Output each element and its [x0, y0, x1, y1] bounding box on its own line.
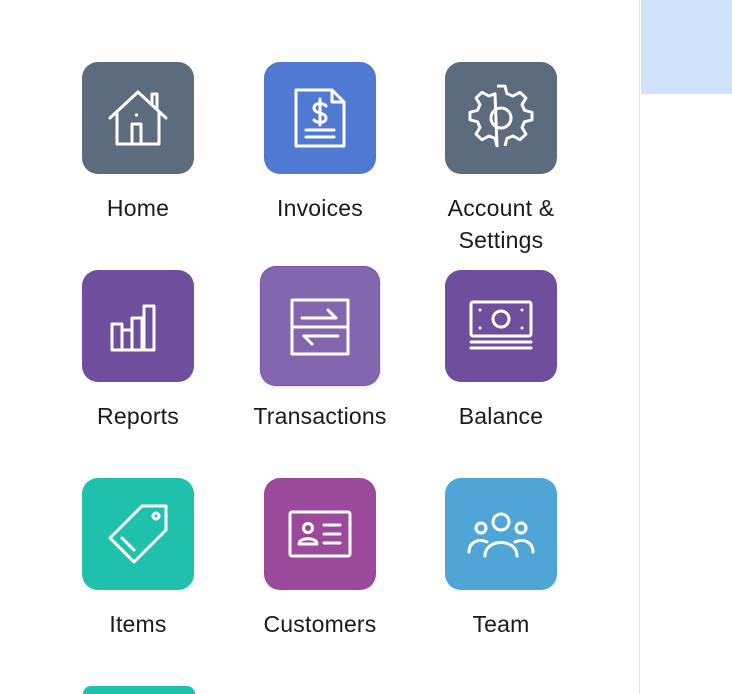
gear-icon	[468, 84, 534, 148]
tag-icon	[108, 504, 168, 564]
app-label-customers: Customers	[263, 611, 377, 637]
id-card-icon	[288, 510, 352, 558]
app-launcher-panel: Home Invoices Account & Settings Reports…	[0, 0, 640, 694]
app-label-account-settings: Account & Settings	[447, 195, 555, 253]
app-tile-home[interactable]: Home	[48, 62, 228, 224]
app-tile-transactions[interactable]: Transactions	[230, 266, 410, 432]
invoice-icon	[294, 88, 346, 148]
app-icon-box	[264, 478, 376, 590]
app-icon-box	[445, 270, 557, 382]
app-tile-customers[interactable]: Customers	[230, 478, 410, 640]
app-label-team: Team	[472, 611, 530, 637]
app-icon-box	[82, 270, 194, 382]
app-tile-reports[interactable]: Reports	[48, 270, 228, 432]
app-icon-box	[445, 478, 557, 590]
background-page-strip	[641, 0, 732, 694]
app-icon-box	[82, 478, 194, 590]
home-icon	[108, 90, 168, 146]
partial-app-tile[interactable]	[83, 686, 195, 694]
app-tile-invoices[interactable]: Invoices	[230, 62, 410, 224]
app-label-reports: Reports	[97, 403, 179, 429]
app-tile-items[interactable]: Items	[48, 478, 228, 640]
app-icon-box	[260, 266, 380, 386]
cash-stack-icon	[469, 300, 533, 350]
highlighted-row	[641, 0, 732, 94]
app-label-invoices: Invoices	[277, 195, 363, 221]
app-icon-box	[445, 62, 557, 174]
app-icon-box	[264, 62, 376, 174]
app-tile-account-settings[interactable]: Account & Settings	[411, 62, 591, 256]
bar-chart-icon	[110, 304, 156, 352]
app-label-balance: Balance	[458, 403, 544, 429]
app-icon-box	[82, 62, 194, 174]
app-label-items: Items	[109, 611, 167, 637]
team-icon	[467, 512, 535, 558]
app-label-transactions: Transactions	[253, 403, 387, 429]
app-tile-team[interactable]: Team	[411, 478, 591, 640]
transfer-arrows-icon	[290, 298, 350, 356]
app-tile-balance[interactable]: Balance	[411, 270, 591, 432]
app-label-home: Home	[106, 195, 170, 221]
